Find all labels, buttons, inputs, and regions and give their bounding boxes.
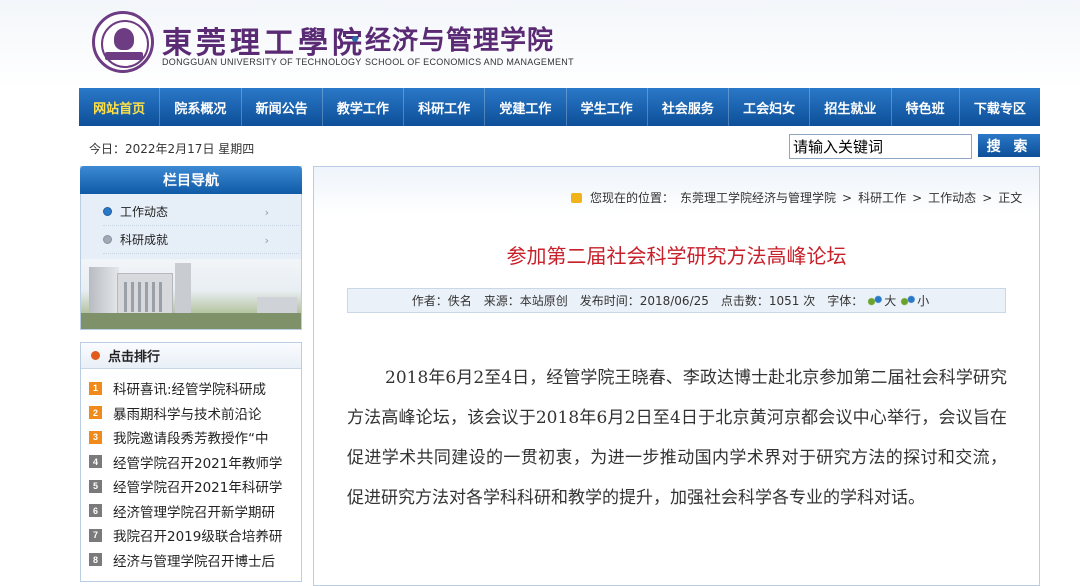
search-button[interactable]: 搜 索	[978, 134, 1040, 157]
home-icon	[571, 192, 582, 203]
campus-trees	[81, 313, 301, 329]
rank-item[interactable]: 6 经济管理学院召开新学期研	[89, 499, 299, 524]
rank-item-text: 暴雨期科学与技术前沿论	[113, 406, 262, 423]
rank-number-badge: 1	[89, 381, 102, 395]
article-title: 参加第二届社会科学研究方法高峰论坛	[506, 244, 847, 268]
rank-item-text: 经济管理学院召开新学期研	[113, 504, 275, 521]
font-size-icon	[867, 295, 883, 306]
rank-item-text: 我院邀请段秀芳教授作“中	[113, 431, 269, 448]
rank-number-badge: 7	[89, 528, 102, 542]
column-nav-item-research-results[interactable]: 科研成就 ›	[103, 226, 299, 254]
rank-item-text: 经管学院召开2021年科研学	[113, 480, 283, 497]
college-name-cn: 经济与管理学院	[365, 26, 555, 56]
rank-item-text: 经管学院召开2021年教师学	[113, 455, 283, 472]
rank-number-badge: 3	[89, 430, 102, 444]
rank-title-icon	[91, 351, 100, 360]
rank-item[interactable]: 5 经管学院召开2021年科研学	[89, 474, 299, 499]
rank-list: 1 科研喜讯:经管学院科研成 2 暴雨期科学与技术前沿论 3 我院邀请段秀芳教授…	[89, 376, 299, 572]
column-nav-label: 科研成就	[120, 233, 169, 247]
header-separator-dot	[352, 36, 358, 42]
nav-item-special-class[interactable]: 特色班	[892, 88, 960, 126]
site-header: 東莞理工學院 DONGGUAN UNIVERSITY OF TECHNOLOGY…	[0, 0, 1080, 88]
nav-item-research[interactable]: 科研工作	[404, 88, 486, 126]
rank-item[interactable]: 8 经济与管理学院召开博士后	[89, 548, 299, 573]
rank-number-badge: 5	[89, 479, 102, 493]
article-meta-bar: 作者：佚名 来源：本站原创 发布时间：2018/06/25 点击数：1051 次…	[347, 288, 1006, 313]
main-nav: 网站首页 院系概况 新闻公告 教学工作 科研工作 党建工作 学生工作 社会服务 …	[79, 88, 1040, 126]
nav-item-news[interactable]: 新闻公告	[242, 88, 323, 126]
rank-item[interactable]: 4 经管学院召开2021年教师学	[89, 450, 299, 475]
font-size-icon	[900, 295, 916, 306]
rank-title: 点击排行	[108, 350, 161, 365]
font-size-small-button[interactable]: 小	[917, 292, 929, 309]
seal-band	[105, 52, 143, 60]
nav-item-party[interactable]: 党建工作	[485, 88, 567, 126]
campus-photo	[81, 259, 301, 329]
column-nav-title: 栏目导航	[80, 166, 302, 194]
article-clicks: 点击数：1051 次	[720, 294, 816, 308]
nav-item-home[interactable]: 网站首页	[79, 88, 161, 126]
school-seal-logo[interactable]	[92, 11, 154, 73]
column-nav-list: 工作动态 › 科研成就 ›	[103, 198, 299, 254]
rank-title-bar: 点击排行	[81, 343, 301, 369]
school-name-cn: 東莞理工學院	[162, 26, 366, 61]
breadcrumb-link-college[interactable]: 东莞理工学院经济与管理学院	[680, 189, 836, 206]
article-body-text: 2018年6月2至4日，经管学院王晓春、李政达博士赴北京参加第二届社会科学研究方…	[347, 368, 1007, 508]
breadcrumb-separator: >	[912, 190, 923, 205]
seal-emblem	[114, 28, 134, 50]
rank-item-text: 经济与管理学院召开博士后	[113, 553, 275, 570]
nav-item-students[interactable]: 学生工作	[567, 88, 648, 126]
breadcrumb: 您现在的位置： 东莞理工学院经济与管理学院 > 科研工作 > 工作动态 > 正文	[571, 189, 1028, 206]
breadcrumb-prefix: 您现在的位置：	[590, 191, 675, 205]
chevron-right-icon: ›	[264, 206, 269, 219]
school-name-en: DONGGUAN UNIVERSITY OF TECHNOLOGY	[162, 57, 362, 67]
rank-item-text: 科研喜讯:经管学院科研成	[113, 382, 267, 399]
bullet-icon	[103, 207, 112, 216]
breadcrumb-separator: >	[842, 190, 853, 205]
article-source: 来源：本站原创	[483, 294, 568, 308]
article-author: 作者：佚名	[411, 294, 472, 308]
font-size-large-button[interactable]: 大	[884, 292, 896, 309]
rank-item[interactable]: 7 我院召开2019级联合培养研	[89, 523, 299, 548]
current-date: 今日：2022年2月17日 星期四	[89, 142, 255, 156]
rank-number-badge: 2	[89, 406, 102, 420]
rank-item[interactable]: 1 科研喜讯:经管学院科研成	[89, 376, 299, 401]
article-time: 发布时间：2018/06/25	[579, 294, 709, 308]
chevron-right-icon: ›	[264, 234, 269, 247]
nav-item-overview[interactable]: 院系概况	[160, 88, 242, 126]
breadcrumb-current: 正文	[998, 191, 1023, 205]
rank-item[interactable]: 3 我院邀请段秀芳教授作“中	[89, 425, 299, 450]
college-name-en: SCHOOL OF ECONOMICS AND MANAGEMENT	[365, 57, 574, 67]
nav-item-downloads[interactable]: 下载专区	[960, 88, 1040, 126]
breadcrumb-separator: >	[982, 190, 993, 205]
nav-item-admission[interactable]: 招生就业	[810, 88, 892, 126]
nav-item-service[interactable]: 社会服务	[648, 88, 729, 126]
rank-number-badge: 4	[89, 455, 102, 469]
rank-item[interactable]: 2 暴雨期科学与技术前沿论	[89, 401, 299, 426]
breadcrumb-link-work-news[interactable]: 工作动态	[928, 189, 976, 206]
column-nav-item-work-news[interactable]: 工作动态 ›	[103, 198, 299, 226]
rank-number-badge: 8	[89, 553, 102, 567]
bullet-icon	[103, 235, 112, 244]
nav-item-teaching[interactable]: 教学工作	[323, 88, 404, 126]
rank-item-text: 我院召开2019级联合培养研	[113, 529, 283, 546]
column-nav-label: 工作动态	[120, 205, 169, 219]
breadcrumb-link-research[interactable]: 科研工作	[858, 189, 906, 206]
article-body: 2018年6月2至4日，经管学院王晓春、李政达博士赴北京参加第二届社会科学研究方…	[347, 358, 1007, 518]
search-input[interactable]	[789, 134, 972, 159]
rank-number-badge: 6	[89, 504, 102, 518]
font-size-label: 字体：	[827, 294, 864, 308]
nav-item-union[interactable]: 工会妇女	[729, 88, 811, 126]
